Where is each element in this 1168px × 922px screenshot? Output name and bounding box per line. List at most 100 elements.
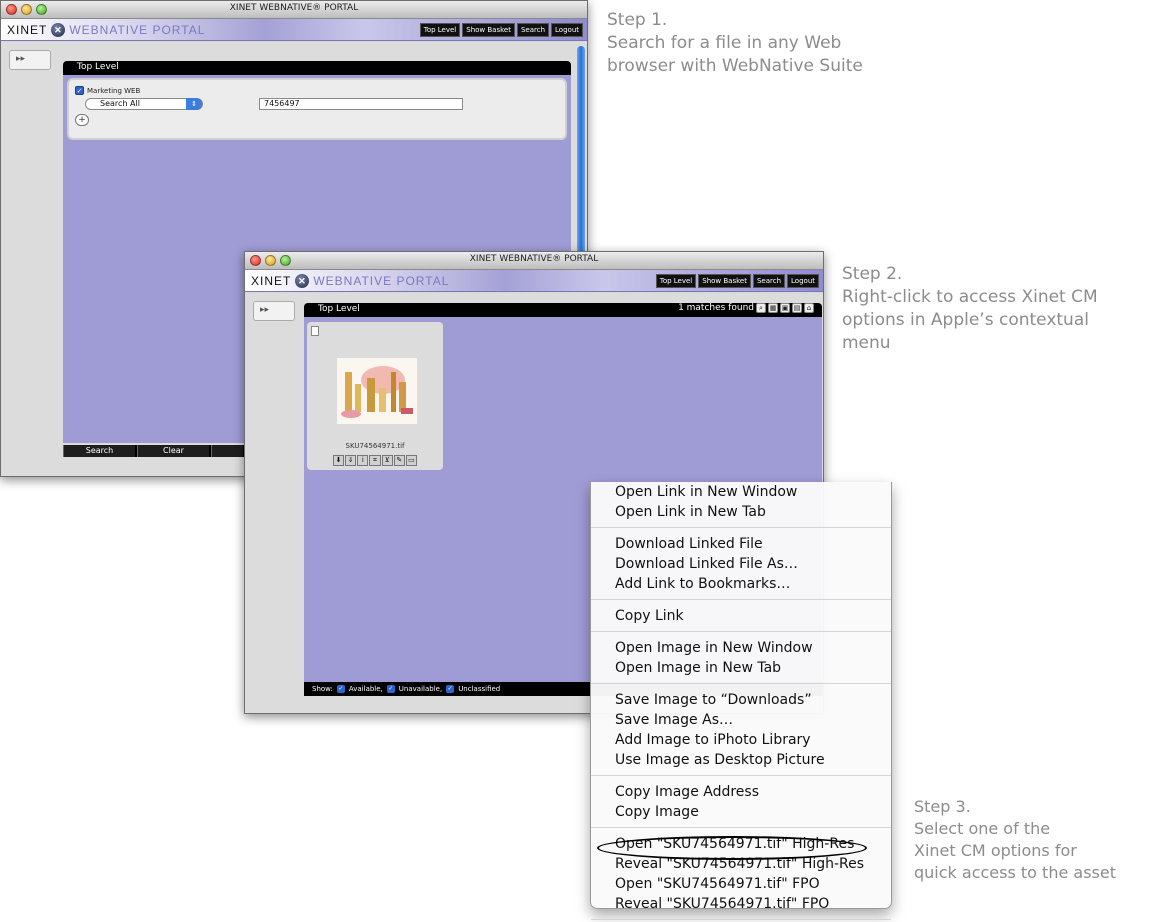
panel-header: Top Level 1 matches found ⌕ ▦ ▣ ▤ ⌂ bbox=[304, 303, 822, 317]
portal-header: XINET ✕ WEBNATIVE PORTAL Top Level Show … bbox=[245, 270, 823, 292]
panel-title: Top Level bbox=[318, 304, 360, 314]
menu-item-open-image-new-window[interactable]: Open Image in New Window bbox=[591, 638, 891, 658]
asset-card[interactable]: SKU74564971.tif ⬇ ⇓ i ⌗ ⊻ ✎ ▭ bbox=[307, 322, 443, 470]
asset-thumbnail[interactable] bbox=[337, 358, 417, 424]
asset-action-icons: ⬇ ⇓ i ⌗ ⊻ ✎ ▭ bbox=[333, 455, 417, 466]
menu-item-add-link-bookmarks[interactable]: Add Link to Bookmarks… bbox=[591, 574, 891, 594]
window-title: XINET WEBNATIVE® PORTAL bbox=[469, 254, 599, 264]
grid-view-icon[interactable]: ▦ bbox=[768, 303, 778, 313]
step3-line2: Xinet CM options for bbox=[914, 841, 1077, 860]
search-button[interactable]: Search bbox=[516, 23, 550, 37]
menu-item-copy-link[interactable]: Copy Link bbox=[591, 606, 891, 626]
top-level-button[interactable]: Top Level bbox=[419, 23, 461, 37]
brand-name: XINET bbox=[7, 23, 48, 37]
menu-item-add-image-iphoto[interactable]: Add Image to iPhoto Library bbox=[591, 730, 891, 750]
checkbox-label: Marketing WEB bbox=[87, 86, 141, 95]
brand-subtitle: WEBNATIVE PORTAL bbox=[313, 274, 450, 288]
add-criteria-button[interactable]: + bbox=[75, 114, 89, 126]
portal-nav: Top Level Show Basket Search Logout bbox=[655, 274, 819, 288]
menu-item-use-image-desktop[interactable]: Use Image as Desktop Picture bbox=[591, 750, 891, 770]
search-button[interactable]: Search bbox=[752, 274, 786, 288]
unclassified-checkbox[interactable]: ✓ bbox=[446, 685, 455, 693]
portal-logo: XINET ✕ WEBNATIVE PORTAL bbox=[251, 274, 449, 288]
available-label: Available, bbox=[348, 685, 383, 693]
result-info: 1 matches found ⌕ ▦ ▣ ▤ ⌂ bbox=[678, 303, 814, 313]
step3-line1: Select one of the bbox=[914, 819, 1051, 838]
step1-line2: browser with WebNative Suite bbox=[607, 56, 863, 76]
menu-group-image-open: Open Image in New Window Open Image in N… bbox=[591, 632, 891, 684]
window-titlebar: XINET WEBNATIVE® PORTAL bbox=[1, 1, 587, 19]
menu-item-copy-image[interactable]: Copy Image bbox=[591, 802, 891, 822]
clear-button[interactable]: Clear bbox=[137, 445, 209, 457]
menu-item-open-link-new-tab[interactable]: Open Link in New Tab bbox=[591, 502, 891, 522]
menu-item-copy-image-address[interactable]: Copy Image Address bbox=[591, 782, 891, 802]
thumbnail-view-icon[interactable]: ▣ bbox=[780, 303, 790, 313]
search-submit-button[interactable]: Search bbox=[63, 445, 135, 457]
zoom-icon[interactable]: ⌕ bbox=[756, 303, 766, 313]
step1-caption: Step 1. Search for a file in any Web bro… bbox=[607, 9, 863, 78]
select-value: Search All bbox=[100, 99, 140, 108]
edit-icon[interactable]: ✎ bbox=[393, 455, 405, 466]
step2-line1: Right-click to access Xinet CM bbox=[842, 287, 1098, 307]
menu-group-image-copy: Copy Image Address Copy Image bbox=[591, 776, 891, 828]
menu-item-save-image-as[interactable]: Save Image As… bbox=[591, 710, 891, 730]
show-basket-button[interactable]: Show Basket bbox=[698, 274, 751, 288]
logout-button[interactable]: Logout bbox=[787, 274, 819, 288]
step2-heading: Step 2. bbox=[842, 264, 903, 284]
contextual-menu: Open Link in New Window Open Link in New… bbox=[590, 482, 892, 920]
search-field-select[interactable]: Search All ⇕ bbox=[85, 98, 203, 110]
window-title: XINET WEBNATIVE® PORTAL bbox=[229, 3, 359, 13]
list-view-icon[interactable]: ▤ bbox=[792, 303, 802, 313]
portal-header: XINET ✕ WEBNATIVE PORTAL Top Level Show … bbox=[1, 19, 587, 41]
unclassified-label: Unclassified bbox=[458, 685, 501, 693]
document-icon bbox=[311, 326, 319, 336]
menu-item-reveal-high-res[interactable]: Reveal "SKU74564971.tif" High-Res bbox=[591, 854, 891, 874]
cart-icon[interactable]: ⊻ bbox=[381, 455, 393, 466]
vertical-scrollbar[interactable] bbox=[577, 46, 585, 261]
brand-name: XINET bbox=[251, 274, 292, 288]
menu-group-download: Download Linked File Download Linked Fil… bbox=[591, 528, 891, 600]
crop-icon[interactable]: ⌗ bbox=[369, 455, 381, 466]
cosmetics-image bbox=[337, 358, 417, 424]
menu-item-download-linked-file[interactable]: Download Linked File bbox=[591, 534, 891, 554]
top-level-button[interactable]: Top Level bbox=[655, 274, 697, 288]
portal-nav: Top Level Show Basket Search Logout bbox=[419, 23, 583, 37]
basket-icon[interactable]: ⌂ bbox=[804, 303, 814, 313]
show-label: Show: bbox=[312, 685, 333, 693]
logout-button[interactable]: Logout bbox=[551, 23, 583, 37]
step2-line2: options in Apple’s contextual bbox=[842, 310, 1089, 330]
menu-item-reveal-fpo[interactable]: Reveal "SKU74564971.tif" FPO bbox=[591, 894, 891, 914]
xinet-logo-icon: ✕ bbox=[51, 23, 66, 37]
download-icon[interactable]: ⬇ bbox=[333, 455, 345, 466]
chevron-updown-icon: ⇕ bbox=[186, 98, 202, 110]
marketing-web-checkbox[interactable]: ✓ bbox=[75, 86, 84, 95]
more-button[interactable] bbox=[211, 445, 243, 457]
menu-group-xinet: Open "SKU74564971.tif" High-Res Reveal "… bbox=[591, 828, 891, 920]
sidebar-toggle-button[interactable]: ▸▸ bbox=[253, 301, 295, 321]
menu-item-open-fpo[interactable]: Open "SKU74564971.tif" FPO bbox=[591, 874, 891, 894]
show-basket-button[interactable]: Show Basket bbox=[462, 23, 515, 37]
search-input[interactable]: 7456497 bbox=[259, 98, 463, 110]
unavailable-label: Unavailable, bbox=[398, 685, 443, 693]
unavailable-checkbox[interactable]: ✓ bbox=[386, 685, 395, 693]
window-titlebar: XINET WEBNATIVE® PORTAL bbox=[245, 252, 823, 270]
info-icon[interactable]: i bbox=[357, 455, 369, 466]
sidebar-toggle-button[interactable]: ▸▸ bbox=[9, 50, 51, 70]
search-form: ✓ Marketing WEB Search All ⇕ 7456497 + bbox=[67, 78, 567, 140]
download-alt-icon[interactable]: ⇓ bbox=[345, 455, 357, 466]
menu-item-download-linked-file-as[interactable]: Download Linked File As… bbox=[591, 554, 891, 574]
step2-caption: Step 2. Right-click to access Xinet CM o… bbox=[842, 263, 1098, 355]
calendar-icon[interactable]: ▭ bbox=[405, 455, 417, 466]
menu-item-open-high-res[interactable]: Open "SKU74564971.tif" High-Res bbox=[591, 834, 891, 854]
step2-line3: menu bbox=[842, 333, 891, 353]
menu-group-copy-link: Copy Link bbox=[591, 600, 891, 632]
step3-caption: Step 3. Select one of the Xinet CM optio… bbox=[914, 796, 1116, 884]
menu-item-open-image-new-tab[interactable]: Open Image in New Tab bbox=[591, 658, 891, 678]
menu-item-save-image-downloads[interactable]: Save Image to “Downloads” bbox=[591, 690, 891, 710]
menu-item-open-link-new-window[interactable]: Open Link in New Window bbox=[591, 482, 891, 502]
available-checkbox[interactable]: ✓ bbox=[336, 685, 345, 693]
brand-subtitle: WEBNATIVE PORTAL bbox=[69, 23, 206, 37]
asset-filename: SKU74564971.tif bbox=[345, 442, 405, 450]
xinet-logo-icon: ✕ bbox=[295, 274, 310, 288]
matches-count: 1 matches found bbox=[678, 303, 754, 313]
